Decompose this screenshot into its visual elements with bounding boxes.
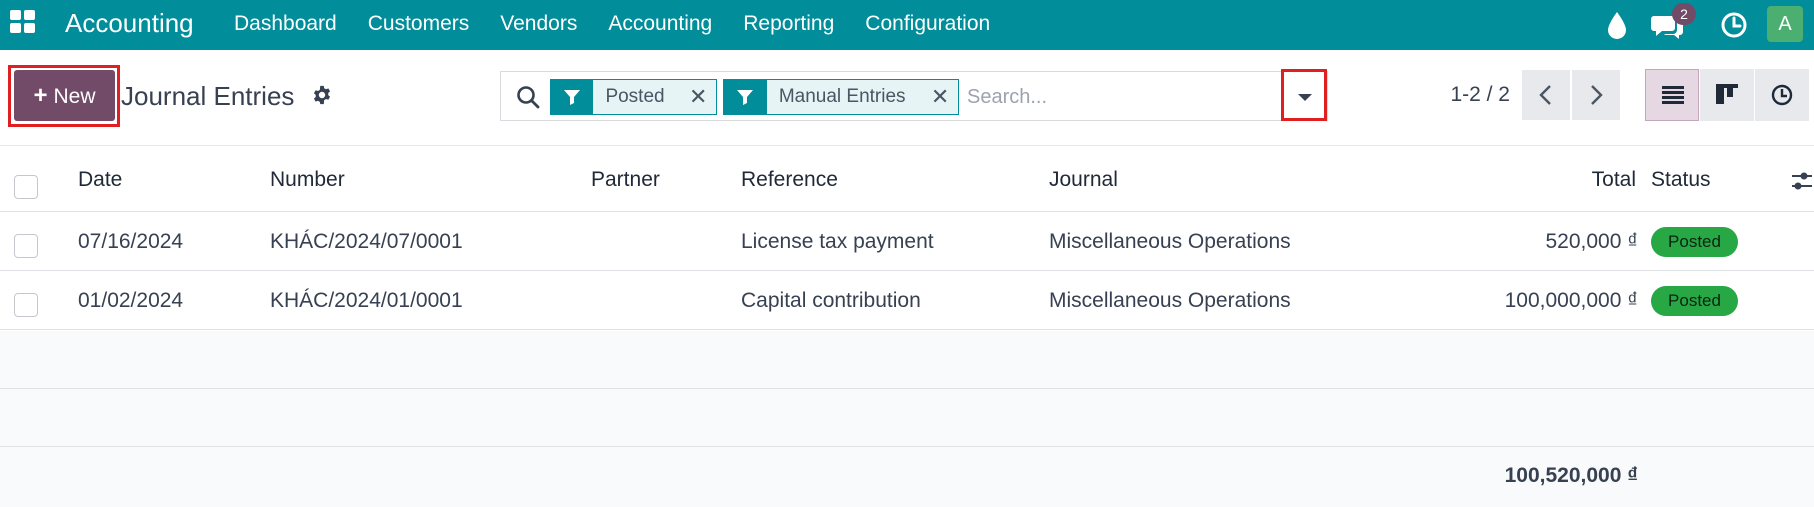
apps-grid-icon[interactable] — [10, 10, 38, 34]
status-badge: Posted — [1651, 286, 1738, 316]
pager-previous-button[interactable] — [1522, 70, 1570, 120]
search-icon — [517, 86, 540, 109]
empty-row — [0, 331, 1814, 389]
chat-badge: 2 — [1672, 3, 1696, 25]
chevron-right-icon — [1591, 85, 1603, 105]
kanban-view-button[interactable] — [1700, 69, 1754, 121]
list-header: Date Number Partner Reference Journal To… — [0, 147, 1814, 212]
cell-total: 520,000 ₫ — [1545, 230, 1638, 253]
menu-reporting[interactable]: Reporting — [743, 12, 834, 36]
cell-total: 100,000,000 ₫ — [1504, 289, 1638, 312]
cell-reference: License tax payment — [741, 230, 934, 253]
clock-view-icon — [1771, 84, 1793, 106]
new-button-highlight — [8, 65, 120, 127]
gear-icon[interactable] — [311, 84, 333, 106]
cell-date: 07/16/2024 — [78, 230, 184, 253]
status-badge: Posted — [1651, 227, 1738, 257]
menu-vendors[interactable]: Vendors — [500, 12, 577, 36]
facet-remove-icon[interactable]: ✕ — [680, 80, 716, 114]
optional-columns-icon[interactable] — [1790, 169, 1814, 193]
header-status[interactable]: Status — [1651, 167, 1711, 193]
pager-value[interactable]: 1-2 / 2 — [1420, 82, 1510, 108]
header-total[interactable]: Total — [1592, 167, 1636, 193]
cell-number: KHÁC/2024/01/0001 — [270, 289, 463, 312]
header-reference[interactable]: Reference — [741, 167, 838, 193]
header-number[interactable]: Number — [270, 167, 345, 193]
activity-view-button[interactable] — [1755, 69, 1809, 121]
facet-label: Posted — [605, 86, 665, 107]
facet-manual-entries: Manual Entries ✕ — [723, 79, 959, 115]
clock-icon[interactable] — [1719, 10, 1749, 40]
filter-icon — [551, 80, 594, 114]
top-navbar: Accounting Dashboard Customers Vendors A… — [0, 0, 1814, 50]
app-brand[interactable]: Accounting — [65, 9, 194, 37]
search-input[interactable] — [967, 81, 1267, 113]
water-drop-icon[interactable] — [1605, 10, 1629, 40]
header-journal[interactable]: Journal — [1049, 167, 1118, 193]
menu-customers[interactable]: Customers — [368, 12, 470, 36]
list-view-button[interactable] — [1645, 69, 1699, 121]
pager-next-button[interactable] — [1572, 70, 1620, 120]
row-checkbox[interactable] — [14, 234, 38, 258]
menu-dashboard[interactable]: Dashboard — [234, 12, 337, 36]
cell-date: 01/02/2024 — [78, 289, 184, 312]
chevron-left-icon — [1539, 85, 1551, 105]
header-partner[interactable]: Partner — [591, 167, 660, 193]
table-row[interactable]: 01/02/2024 KHÁC/2024/01/0001 Capital con… — [0, 272, 1814, 330]
filter-icon — [724, 80, 767, 114]
facet-label: Manual Entries — [778, 86, 906, 107]
facet-remove-icon[interactable]: ✕ — [922, 80, 958, 114]
table-row[interactable]: 07/16/2024 KHÁC/2024/07/0001 License tax… — [0, 213, 1814, 271]
empty-row — [0, 389, 1814, 447]
search-bar: Posted ✕ Manual Entries ✕ — [500, 71, 1282, 121]
header-date[interactable]: Date — [78, 167, 122, 193]
list-footer: 100,520,000 ₫ — [0, 447, 1814, 507]
search-toggle-highlight — [1281, 69, 1327, 121]
grand-total: 100,520,000 ₫ — [1504, 464, 1638, 487]
main-menu: Dashboard Customers Vendors Accounting R… — [234, 12, 1021, 36]
kanban-view-icon — [1716, 84, 1738, 104]
cell-journal: Miscellaneous Operations — [1049, 289, 1291, 312]
list-view-icon — [1662, 86, 1684, 104]
facet-posted: Posted ✕ — [550, 79, 717, 115]
user-avatar[interactable]: A — [1767, 6, 1803, 42]
select-all-checkbox[interactable] — [14, 175, 38, 199]
page-title: Journal Entries — [121, 81, 295, 111]
cell-reference: Capital contribution — [741, 289, 921, 312]
menu-accounting[interactable]: Accounting — [608, 12, 712, 36]
cell-journal: Miscellaneous Operations — [1049, 230, 1291, 253]
cell-number: KHÁC/2024/07/0001 — [270, 230, 463, 253]
row-checkbox[interactable] — [14, 293, 38, 317]
menu-configuration[interactable]: Configuration — [865, 12, 990, 36]
